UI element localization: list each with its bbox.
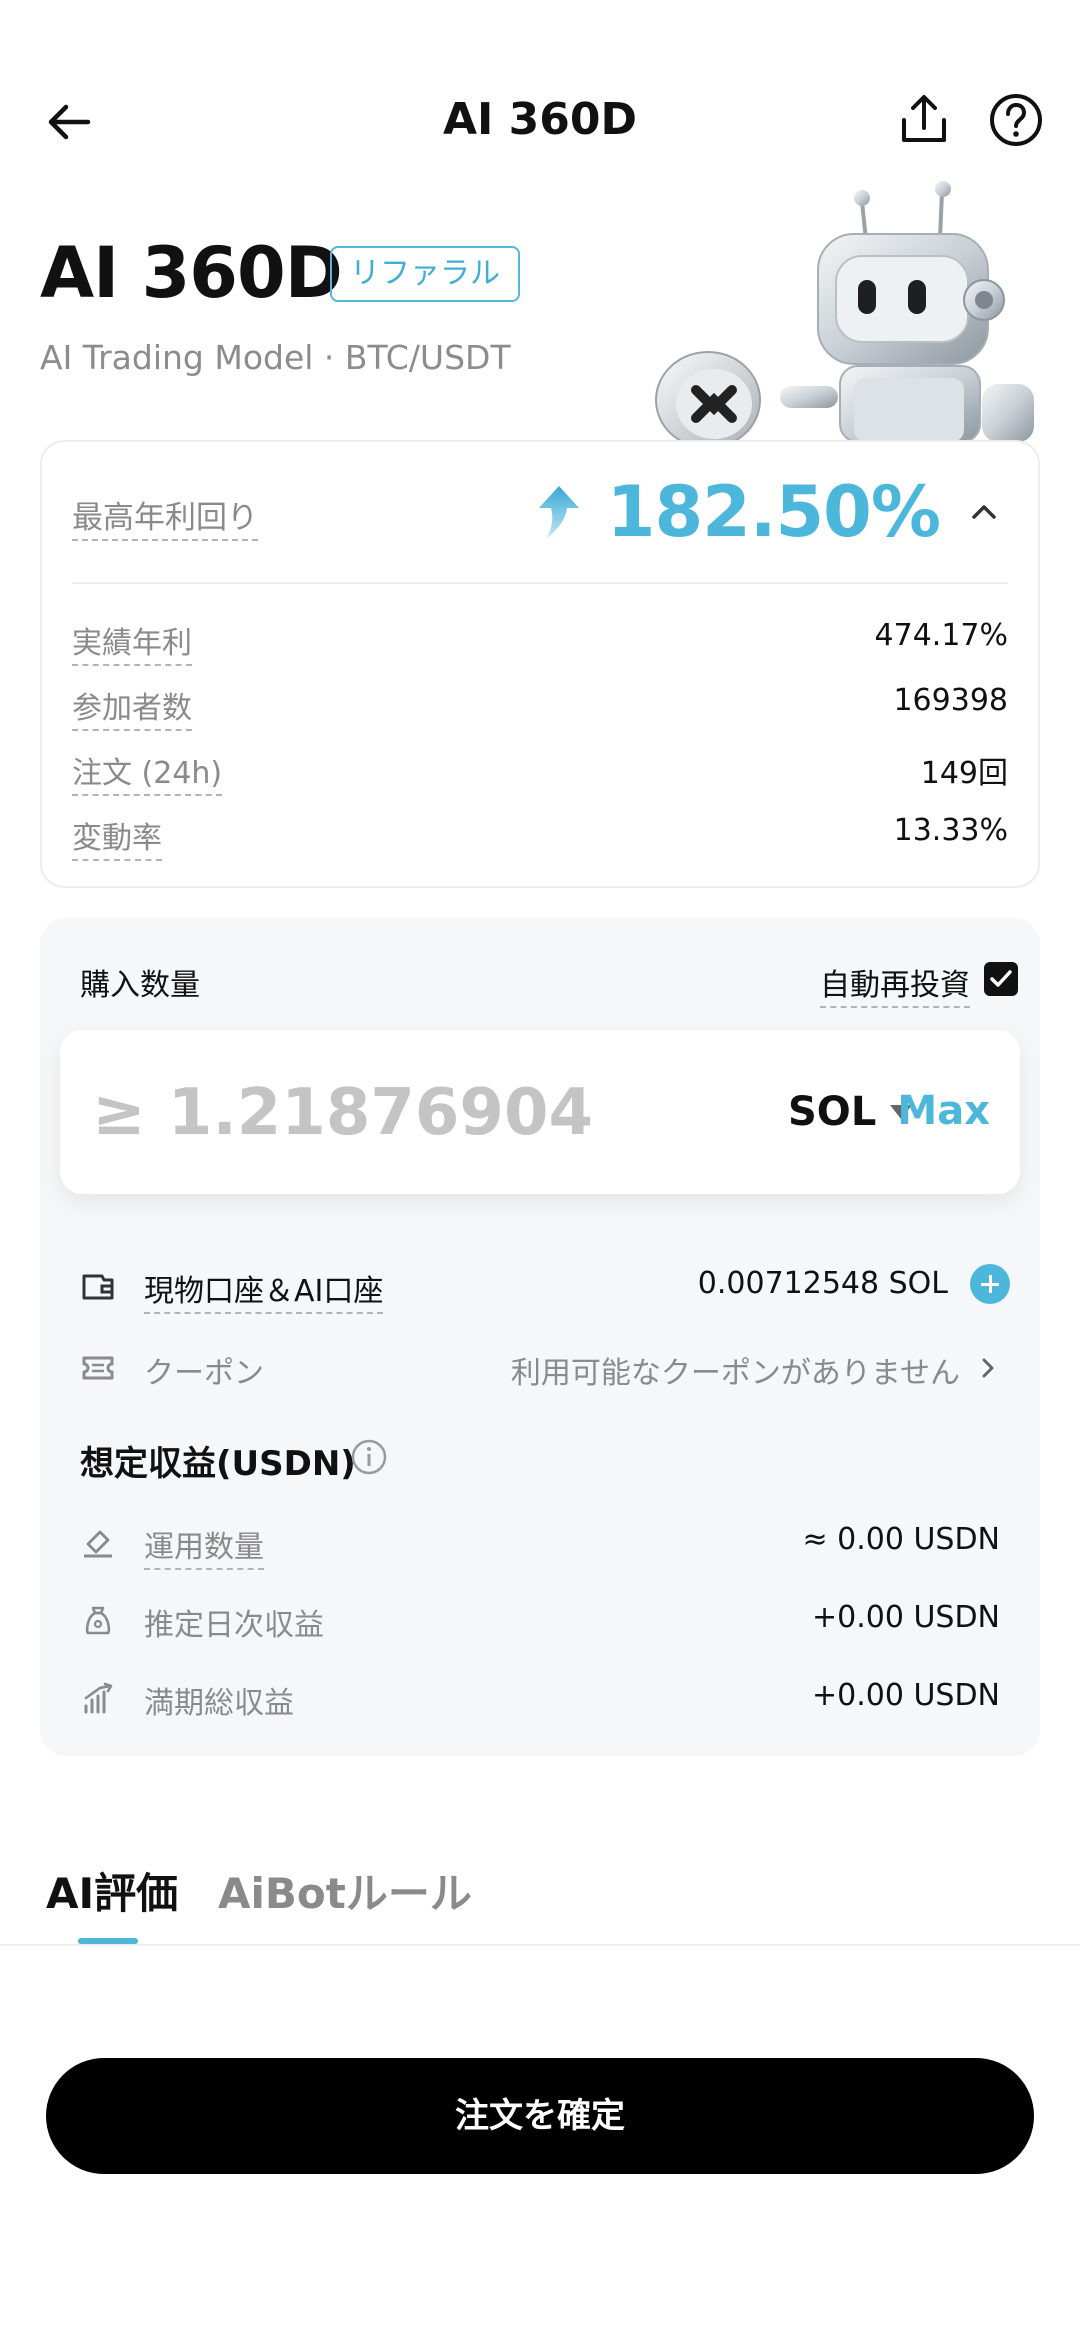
stat-row-participants: 参加者数 169398 [72, 683, 1008, 731]
max-yield-wrap: 182.50% [537, 471, 941, 553]
coin-name: SOL [788, 1089, 877, 1135]
account-balance-row: 現物口座＆AI口座 0.00712548 SOL [80, 1264, 1010, 1314]
estimate-value: ≈ 0.00 USDN [802, 1522, 1000, 1557]
help-icon[interactable] [984, 88, 1048, 152]
money-bag-icon [85, 1606, 111, 1635]
growth-chart-icon [84, 1682, 113, 1714]
estimate-label: 推定日次収益 [144, 1608, 324, 1643]
account-balance: 0.00712548 SOL [697, 1266, 948, 1301]
referral-badge: リファラル [330, 246, 520, 302]
chevron-up-icon[interactable] [966, 494, 1002, 530]
stat-row-volatility: 変動率 13.33% [72, 813, 1008, 861]
stake-icon [84, 1530, 112, 1558]
auto-reinvest-label[interactable]: 自動再投資 [820, 960, 970, 1008]
ticket-icon [82, 1356, 114, 1380]
estimate-value: +0.00 USDN [811, 1678, 1000, 1713]
stat-value: 474.17% [874, 618, 1008, 653]
account-label[interactable]: 現物口座＆AI口座 [144, 1266, 384, 1314]
coupon-row[interactable]: クーポン 利用可能なクーポンがありません [80, 1346, 1000, 1394]
yield-summary[interactable]: 最高年利回り 182.50% [72, 442, 1008, 584]
active-tab-indicator [78, 1938, 138, 1944]
up-arrow-icon [538, 486, 579, 538]
coupon-label: クーポン [144, 1356, 264, 1391]
product-subtitle: AI Trading Model · BTC/USDT [40, 338, 511, 377]
estimate-row-total: 満期総収益 +0.00 USDN [80, 1676, 1000, 1724]
estimate-label: 運用数量 [144, 1522, 264, 1570]
stat-row-annual-return: 実績年利 474.17% [72, 618, 1008, 666]
stat-value: 13.33% [893, 813, 1008, 848]
yield-stats-card: 最高年利回り 182.50% 実績年利 474.17% 参加者数 169398 [40, 440, 1040, 888]
stat-value: 169398 [893, 683, 1008, 718]
amount-input-box: SOL Max [60, 1030, 1020, 1194]
max-yield-label: 最高年利回り [72, 492, 258, 541]
stat-row-orders-24h: 注文 (24h) 149回 [72, 748, 1008, 796]
estimated-earnings-title: 想定収益(USDN) [80, 1444, 356, 1484]
stat-label: 注文 (24h) [72, 748, 223, 796]
stat-label: 変動率 [72, 813, 162, 861]
robot-mascot-illustration [655, 181, 1034, 442]
detail-tabs: AI評価 AiBotルール [0, 1848, 1080, 1946]
coupon-value: 利用可能なクーポンがありません [510, 1356, 960, 1391]
amount-input[interactable] [92, 1068, 652, 1158]
product-title: AI 360D [40, 232, 343, 314]
chevron-right-icon [982, 1358, 994, 1378]
estimate-row-daily: 推定日次収益 +0.00 USDN [80, 1598, 1000, 1646]
stat-value: 149回 [920, 756, 1008, 791]
tab-aibot-rules[interactable]: AiBotルール [218, 1860, 472, 1921]
purchase-panel: 購入数量 自動再投資 SOL Max 現物口座＆AI口座 0.00712548 … [40, 918, 1040, 1756]
wallet-icon [82, 1274, 114, 1300]
estimate-value: +0.00 USDN [811, 1600, 1000, 1635]
top-bar: AI 360D [0, 80, 1080, 160]
estimate-label: 満期総収益 [144, 1686, 294, 1721]
stat-label: 実績年利 [72, 618, 192, 666]
auto-reinvest-checkbox[interactable] [984, 962, 1018, 996]
stat-label: 参加者数 [72, 683, 192, 731]
add-funds-button[interactable] [970, 1264, 1010, 1304]
confirm-order-button[interactable]: 注文を確定 [46, 2058, 1034, 2174]
max-button[interactable]: Max [897, 1088, 990, 1134]
estimate-row-stake: 運用数量 ≈ 0.00 USDN [80, 1520, 1000, 1570]
info-icon[interactable] [350, 1438, 388, 1476]
share-icon[interactable] [892, 88, 956, 152]
coin-selector[interactable]: SOL [788, 1080, 913, 1144]
max-yield-value: 182.50% [606, 471, 941, 553]
tab-ai-evaluation[interactable]: AI評価 [46, 1860, 178, 1921]
purchase-quantity-label: 購入数量 [80, 968, 200, 1003]
